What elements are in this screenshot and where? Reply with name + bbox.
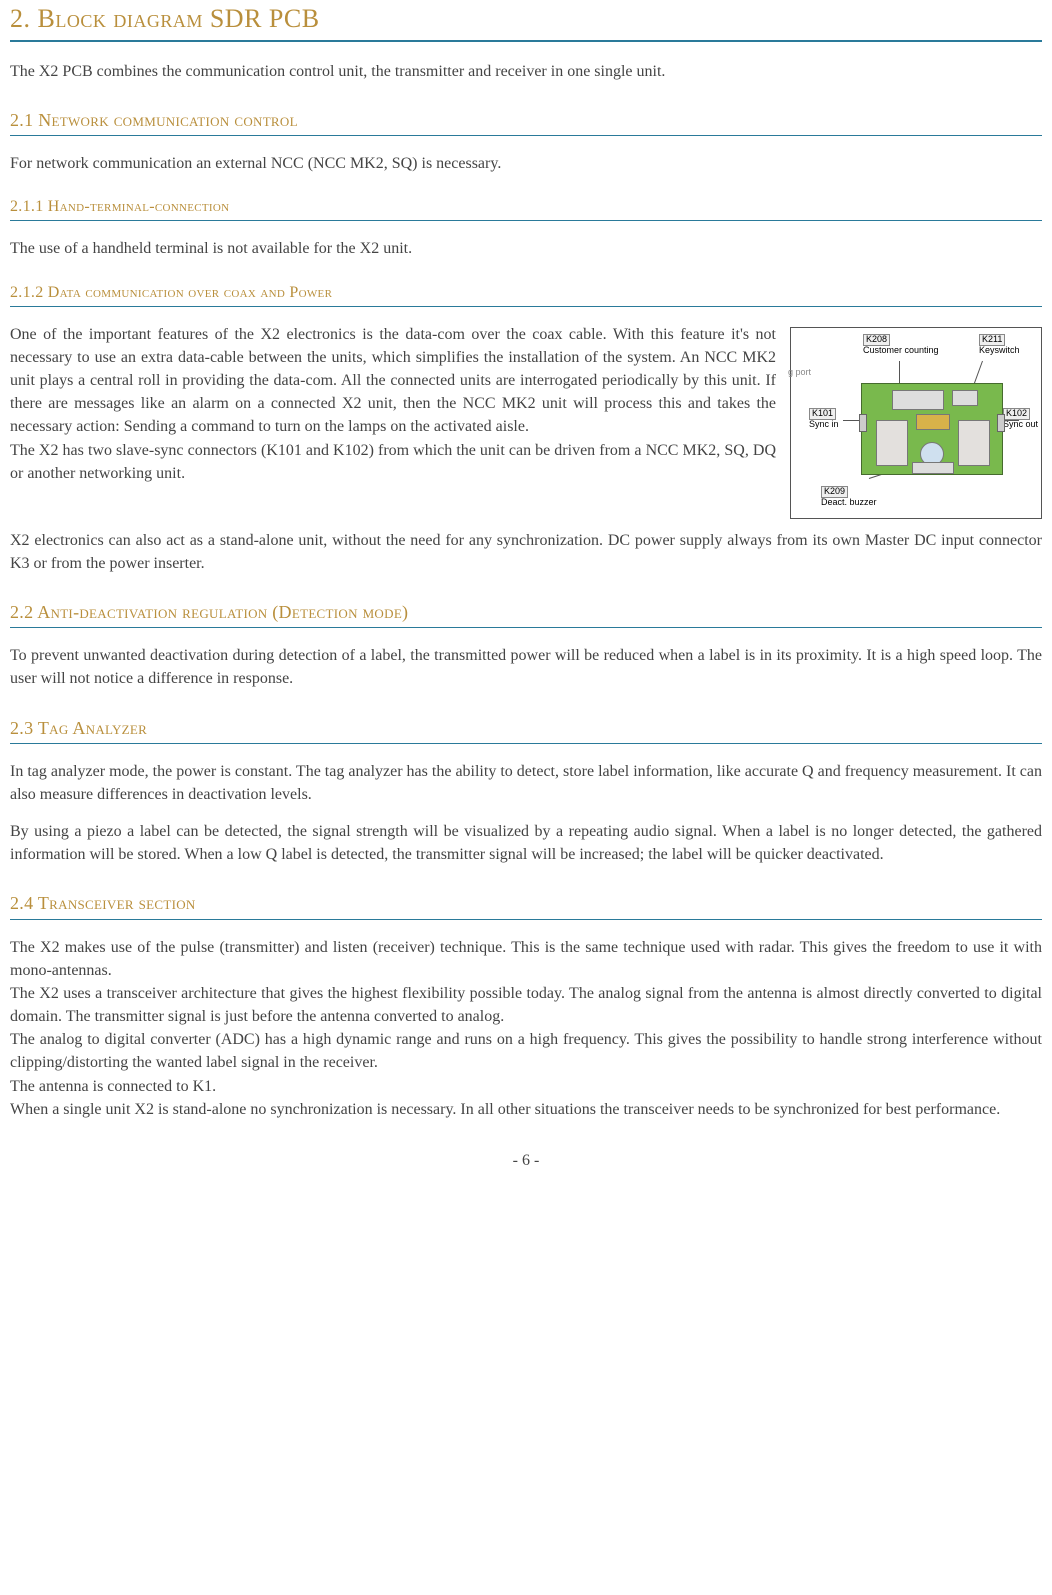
subsubsection-2-1-1: 2.1.1 Hand-terminal-connection [10, 195, 1042, 218]
subsubsection-2-1-2: 2.1.2 Data communication over coax and P… [10, 281, 1042, 304]
pcb-board-icon [861, 383, 1003, 475]
port-label: g port [788, 366, 811, 379]
k208-sub: Customer counting [863, 345, 939, 355]
subsection-rule [10, 627, 1042, 628]
paragraph-2-4d: The antenna is connected to K1. [10, 1075, 1042, 1098]
section-title: 2. Block diagram SDR PCB [10, 0, 1042, 38]
subsection-rule [10, 919, 1042, 920]
section-rule [10, 40, 1042, 42]
subsection-rule [10, 306, 1042, 307]
paragraph-2-4c: The analog to digital converter (ADC) ha… [10, 1028, 1042, 1074]
paragraph-2-4b: The X2 uses a transceiver architecture t… [10, 982, 1042, 1028]
subsection-2-4: 2.4 Transceiver section [10, 890, 1042, 916]
subsection-rule [10, 743, 1042, 744]
k209-sub: Deact. buzzer [821, 497, 877, 507]
subsection-rule [10, 135, 1042, 136]
k211-sub: Keyswitch [979, 345, 1020, 355]
paragraph-2-4a: The X2 makes use of the pulse (transmitt… [10, 936, 1042, 982]
subsection-2-1: 2.1 Network communication control [10, 107, 1042, 133]
paragraph-2-1: For network communication an external NC… [10, 152, 1042, 175]
paragraph-2-1-1: The use of a handheld terminal is not av… [10, 237, 1042, 260]
subsection-2-2: 2.2 Anti-deactivation regulation (Detect… [10, 599, 1042, 625]
paragraph-2-3b: By using a piezo a label can be detected… [10, 820, 1042, 866]
paragraph-2-4e: When a single unit X2 is stand-alone no … [10, 1098, 1042, 1121]
paragraph-2-3a: In tag analyzer mode, the power is const… [10, 760, 1042, 806]
page-number: - 6 - [10, 1149, 1042, 1172]
intro-paragraph: The X2 PCB combines the communication co… [10, 60, 1042, 83]
pcb-diagram-figure: g port K208 Customer counting K211 Keysw… [790, 327, 1042, 519]
subsection-2-3: 2.3 Tag Analyzer [10, 715, 1042, 741]
subsection-rule [10, 220, 1042, 221]
k101-sub: Sync in [809, 419, 839, 429]
paragraph-2-2: To prevent unwanted deactivation during … [10, 644, 1042, 690]
paragraph-2-1-2c: X2 electronics can also act as a stand-a… [10, 529, 1042, 575]
